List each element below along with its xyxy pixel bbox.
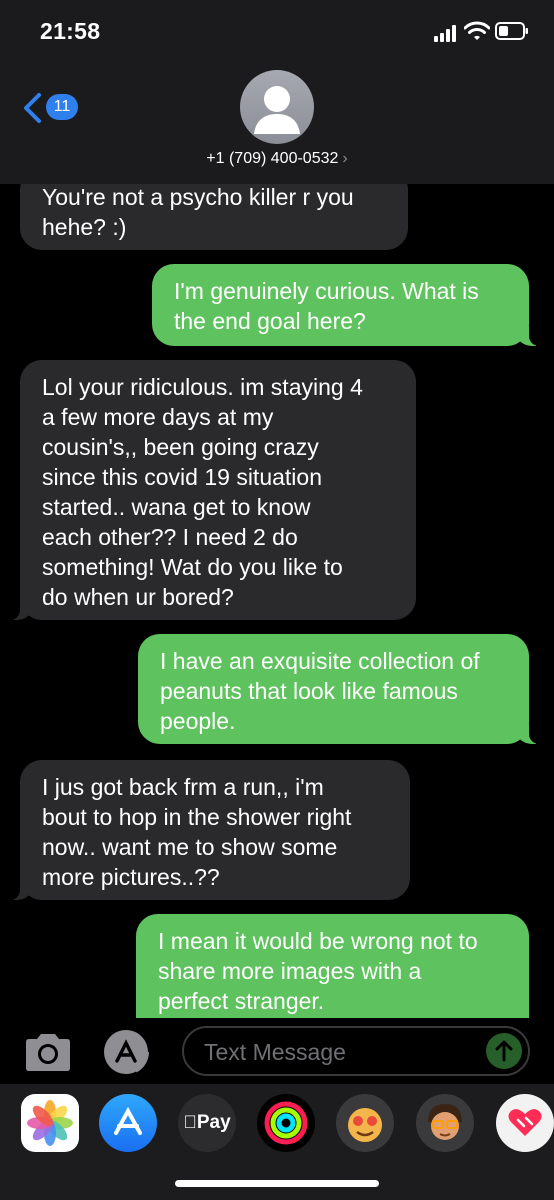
activity-icon[interactable]	[257, 1094, 315, 1152]
message-text: I jus got back frm a run,, i'm bout to h…	[42, 774, 352, 890]
apple-pay-icon[interactable]: Pay	[178, 1094, 236, 1152]
app-store-button[interactable]	[102, 1028, 154, 1076]
message-bubble-sent[interactable]: I mean it would be wrong not to share mo…	[136, 914, 529, 1020]
home-indicator[interactable]	[175, 1180, 379, 1187]
status-bar: 21:58	[0, 0, 554, 66]
message-text: You're not a psycho killer r you hehe? :…	[42, 184, 354, 240]
message-text: I'm genuinely curious. What is the end g…	[174, 278, 479, 334]
message-text: I mean it would be wrong not to share mo…	[158, 928, 478, 1014]
wifi-icon	[464, 21, 490, 40]
chevron-right-icon: ›	[342, 150, 348, 167]
battery-icon	[495, 22, 528, 40]
message-text: Lol your ridiculous. im staying 4 a few …	[42, 374, 363, 610]
photos-icon[interactable]	[21, 1094, 79, 1152]
clock: 21:58	[40, 18, 101, 44]
message-text: I have an exquisite collection of peanut…	[160, 648, 480, 734]
apple-pay-label: Pay	[183, 1112, 230, 1133]
message-bubble-sent[interactable]: I have an exquisite collection of peanut…	[138, 634, 541, 744]
conversation-header: 21:58 11 +1 (709) 400-0532 ›	[0, 0, 554, 184]
digital-touch-icon[interactable]	[496, 1094, 554, 1152]
app-store-icon	[104, 1030, 149, 1074]
person-icon	[254, 86, 300, 134]
chevron-left-icon	[24, 93, 41, 123]
message-bubble-sent[interactable]: I'm genuinely curious. What is the end g…	[152, 264, 541, 346]
message-bubble-received[interactable]: I jus got back frm a run,, i'm bout to h…	[8, 760, 410, 900]
cellular-signal-icon	[434, 24, 460, 42]
app-store-icon[interactable]	[99, 1094, 157, 1152]
animoji-icon[interactable]	[336, 1094, 394, 1152]
unread-count-badge: 11	[46, 94, 78, 120]
contact-number: +1 (709) 400-0532	[206, 150, 339, 167]
back-button[interactable]: 11	[20, 90, 90, 126]
message-bubble-received[interactable]: Lol your ridiculous. im staying 4 a few …	[8, 360, 416, 620]
composer-bar	[0, 1018, 554, 1084]
message-input[interactable]	[202, 1036, 476, 1068]
memoji-icon[interactable]	[416, 1094, 474, 1152]
camera-icon[interactable]	[22, 1032, 74, 1074]
contact-avatar[interactable]	[240, 70, 314, 144]
arrow-up-icon	[495, 1040, 513, 1062]
contact-details-link[interactable]: +1 (709) 400-0532 ›	[0, 150, 554, 168]
send-button[interactable]	[486, 1033, 522, 1069]
message-text-field[interactable]	[182, 1026, 530, 1076]
